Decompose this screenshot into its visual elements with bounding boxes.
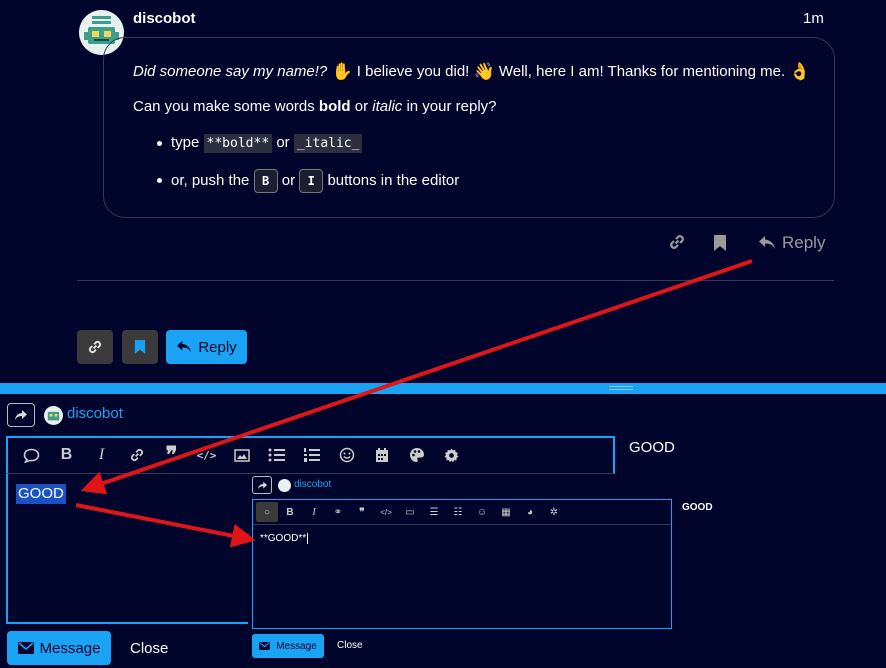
link-icon — [88, 340, 102, 354]
bullet-1: type **bold** or _italic_ — [171, 134, 363, 153]
bullet-2: or, push the B or I buttons in the edito… — [171, 169, 459, 193]
bold-icon[interactable]: B — [49, 446, 84, 464]
zoom-close-button[interactable]: Close — [337, 640, 363, 651]
zoom-reply-to-username[interactable]: discobot — [294, 479, 331, 490]
zoom-message-label: Message — [276, 640, 317, 652]
preview-text: GOOD — [629, 439, 675, 456]
image-icon[interactable] — [224, 448, 259, 462]
italic-icon[interactable]: I — [302, 507, 326, 518]
palette-icon[interactable]: ◕ — [518, 507, 542, 518]
post-reply-button[interactable]: Reply — [758, 233, 825, 253]
kbd-italic: I — [299, 169, 324, 193]
topic-reply-label: Reply — [198, 338, 237, 356]
post-line-2-b: in your reply? — [406, 98, 497, 115]
blockquote-icon[interactable]: ❞ — [350, 507, 374, 518]
post-line-1-italic: Did someone say my name!? — [133, 62, 328, 80]
bullet-1-code-bold: **bold** — [203, 134, 273, 153]
message-button-label: Message — [39, 639, 101, 657]
post-line-2-or: or — [354, 98, 369, 115]
composer-action-button[interactable] — [7, 403, 35, 427]
post-divider — [77, 280, 834, 281]
topic-reply-button[interactable]: Reply — [166, 330, 247, 364]
editor-toolbar: B I ❞ </> — [6, 436, 615, 474]
code-icon[interactable]: </> — [374, 508, 398, 517]
bullet-2-or: or — [281, 171, 296, 189]
post-link-icon[interactable] — [668, 233, 686, 256]
numbered-list-icon[interactable] — [294, 448, 329, 462]
bullet-list-icon[interactable]: ☰ — [422, 507, 446, 518]
editor-text[interactable]: GOOD — [16, 484, 66, 504]
bold-icon[interactable]: B — [278, 507, 302, 518]
link-icon[interactable]: ⚭ — [326, 507, 350, 518]
quote-icon[interactable] — [14, 448, 49, 463]
post-line-2-a: Can you make some words — [133, 98, 315, 115]
gear-icon[interactable]: ✲ — [542, 507, 566, 518]
zoom-editor-text[interactable]: **GOOD** — [260, 533, 309, 544]
palette-icon[interactable] — [399, 447, 434, 463]
zoom-composer-action-button[interactable] — [252, 476, 272, 494]
text-cursor — [307, 533, 309, 544]
envelope-icon — [17, 642, 34, 654]
post-line-1-b: Well, here I am! Thanks for mentioning m… — [498, 62, 786, 80]
post-reply-label: Reply — [782, 233, 826, 252]
composer-resize-bar[interactable] — [0, 383, 886, 394]
bullet-2-a: or, push the — [171, 171, 250, 189]
gear-icon[interactable] — [434, 447, 469, 463]
image-icon[interactable]: ▭ — [398, 507, 422, 518]
bullet-1-or: or — [276, 134, 290, 151]
post-bookmark-icon[interactable] — [713, 234, 727, 257]
reply-to-username[interactable]: discobot — [67, 405, 123, 422]
reply-icon — [177, 340, 192, 353]
post-line-2-bold: bold — [318, 98, 351, 115]
post-timestamp[interactable]: 1m — [803, 10, 824, 27]
reply-icon — [759, 236, 775, 249]
composer-grip[interactable] — [609, 386, 633, 387]
zoom-message-button[interactable]: Message — [252, 634, 324, 658]
close-button[interactable]: Close — [130, 640, 168, 657]
post-line-2: Can you make some words bold or italic i… — [133, 98, 497, 115]
zoom-editor-toolbar: ○ B I ⚭ ❞ </> ▭ ☰ ☷ ☺ ▦ ◕ ✲ — [253, 500, 671, 525]
ok-hand-icon: 👌 — [789, 62, 811, 81]
calendar-icon[interactable] — [364, 447, 399, 463]
forward-icon — [257, 481, 267, 489]
bullet-dot — [157, 178, 162, 183]
bullet-dot — [157, 141, 162, 146]
message-button[interactable]: Message — [7, 631, 111, 665]
kbd-bold: B — [253, 169, 278, 193]
post-username[interactable]: discobot — [133, 10, 196, 27]
link-icon[interactable] — [119, 447, 154, 463]
post-line-2-italic: italic — [372, 98, 403, 115]
post-line-1: Did someone say my name!? ✋ I believe yo… — [133, 62, 810, 82]
emoji-icon[interactable]: ☺ — [470, 507, 494, 518]
zoom-preview-text: GOOD — [682, 502, 713, 513]
italic-icon[interactable]: I — [84, 446, 119, 464]
bookmark-icon — [134, 340, 146, 354]
emoji-icon[interactable] — [329, 447, 364, 463]
calendar-icon[interactable]: ▦ — [494, 507, 518, 518]
waving-hand-icon: 👋 — [473, 62, 495, 81]
bullet-list-icon[interactable] — [259, 448, 294, 462]
raised-hand-icon: ✋ — [331, 62, 353, 81]
reply-to-avatar — [44, 406, 63, 425]
composer-grip[interactable] — [609, 389, 633, 390]
bookmark-button[interactable] — [122, 330, 158, 364]
quote-icon[interactable]: ○ — [256, 502, 278, 522]
bullet-2-b: buttons in the editor — [327, 171, 460, 189]
code-icon[interactable]: </> — [189, 449, 224, 462]
zoom-editor-value: **GOOD** — [260, 533, 307, 544]
bullet-1-code-italic: _italic_ — [293, 134, 363, 153]
blockquote-icon[interactable]: ❞ — [154, 442, 189, 468]
forward-icon — [15, 410, 27, 420]
share-link-button[interactable] — [77, 330, 113, 364]
zoom-reply-to-avatar — [278, 479, 291, 492]
bullet-1-type: type — [171, 134, 200, 151]
envelope-icon — [259, 642, 271, 650]
post-line-1-a: I believe you did! — [356, 62, 470, 80]
numbered-list-icon[interactable]: ☷ — [446, 507, 470, 518]
